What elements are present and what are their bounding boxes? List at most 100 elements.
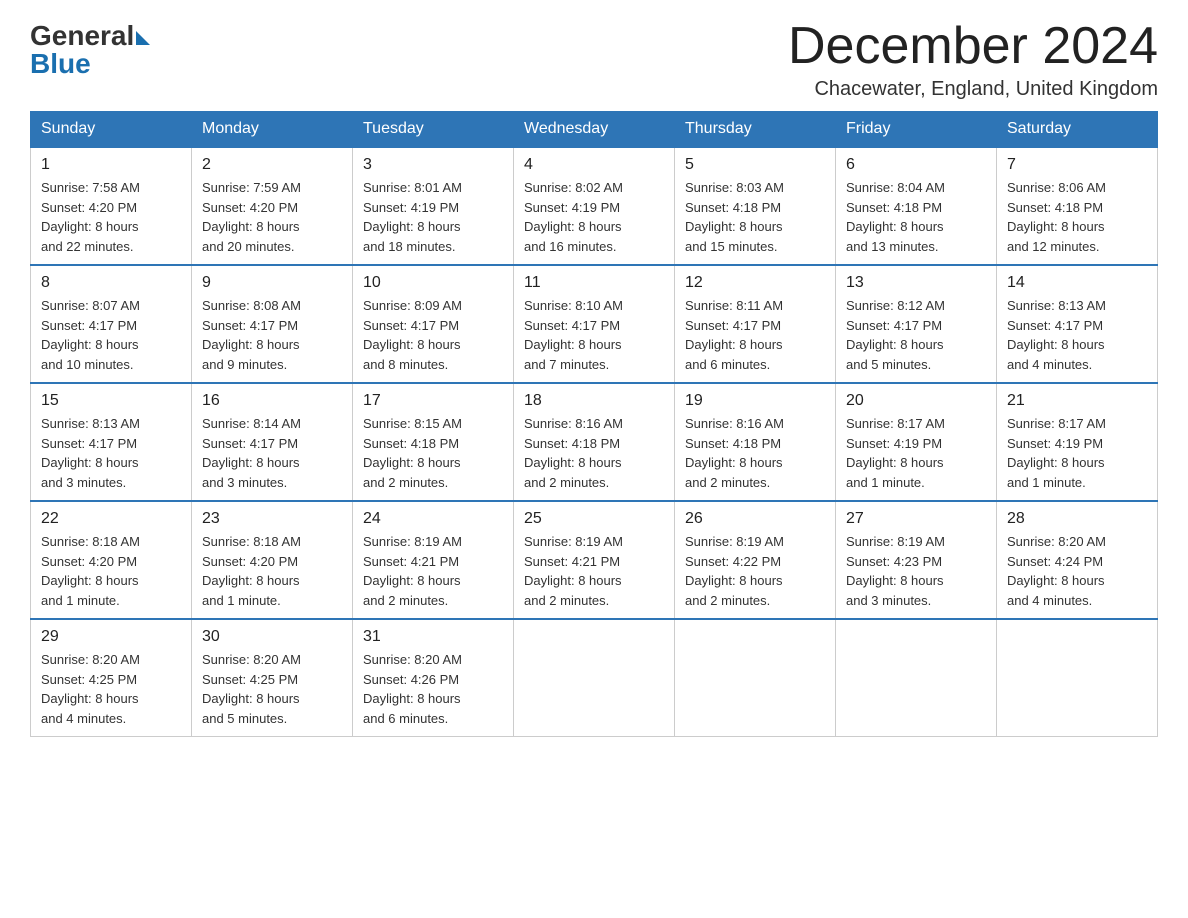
calendar-cell	[997, 619, 1158, 737]
day-number: 10	[363, 274, 503, 292]
day-info: Sunrise: 8:07 AMSunset: 4:17 PMDaylight:…	[41, 296, 181, 374]
day-info: Sunrise: 8:02 AMSunset: 4:19 PMDaylight:…	[524, 178, 664, 256]
calendar-cell: 18 Sunrise: 8:16 AMSunset: 4:18 PMDayligh…	[514, 383, 675, 501]
day-number: 29	[41, 628, 181, 646]
day-number: 9	[202, 274, 342, 292]
day-number: 5	[685, 156, 825, 174]
day-info: Sunrise: 7:58 AMSunset: 4:20 PMDaylight:…	[41, 178, 181, 256]
day-info: Sunrise: 8:19 AMSunset: 4:21 PMDaylight:…	[363, 532, 503, 610]
day-number: 4	[524, 156, 664, 174]
page-header: General Blue December 2024 Chacewater, E…	[30, 20, 1158, 101]
calendar-cell	[836, 619, 997, 737]
day-info: Sunrise: 8:10 AMSunset: 4:17 PMDaylight:…	[524, 296, 664, 374]
calendar-cell: 8 Sunrise: 8:07 AMSunset: 4:17 PMDaylight…	[31, 265, 192, 383]
day-info: Sunrise: 8:18 AMSunset: 4:20 PMDaylight:…	[202, 532, 342, 610]
calendar-cell: 5 Sunrise: 8:03 AMSunset: 4:18 PMDaylight…	[675, 147, 836, 265]
calendar-cell: 25 Sunrise: 8:19 AMSunset: 4:21 PMDayligh…	[514, 501, 675, 619]
day-info: Sunrise: 8:17 AMSunset: 4:19 PMDaylight:…	[1007, 414, 1147, 492]
day-info: Sunrise: 8:11 AMSunset: 4:17 PMDaylight:…	[685, 296, 825, 374]
calendar-week-row: 8 Sunrise: 8:07 AMSunset: 4:17 PMDaylight…	[31, 265, 1158, 383]
day-info: Sunrise: 8:17 AMSunset: 4:19 PMDaylight:…	[846, 414, 986, 492]
calendar-header-friday: Friday	[836, 112, 997, 148]
day-info: Sunrise: 8:18 AMSunset: 4:20 PMDaylight:…	[41, 532, 181, 610]
day-number: 30	[202, 628, 342, 646]
calendar-cell: 10 Sunrise: 8:09 AMSunset: 4:17 PMDayligh…	[353, 265, 514, 383]
day-info: Sunrise: 8:16 AMSunset: 4:18 PMDaylight:…	[524, 414, 664, 492]
location-text: Chacewater, England, United Kingdom	[788, 78, 1158, 101]
day-info: Sunrise: 8:08 AMSunset: 4:17 PMDaylight:…	[202, 296, 342, 374]
day-info: Sunrise: 8:12 AMSunset: 4:17 PMDaylight:…	[846, 296, 986, 374]
calendar-cell: 31Sunrise: 8:20 AMSunset: 4:26 PMDayligh…	[353, 619, 514, 737]
day-number: 21	[1007, 392, 1147, 410]
calendar-cell: 27 Sunrise: 8:19 AMSunset: 4:23 PMDayligh…	[836, 501, 997, 619]
calendar-cell: 20 Sunrise: 8:17 AMSunset: 4:19 PMDayligh…	[836, 383, 997, 501]
day-info: Sunrise: 8:20 AMSunset: 4:26 PMDaylight:…	[363, 650, 503, 728]
calendar-cell: 4 Sunrise: 8:02 AMSunset: 4:19 PMDaylight…	[514, 147, 675, 265]
day-number: 2	[202, 156, 342, 174]
day-info: Sunrise: 8:19 AMSunset: 4:21 PMDaylight:…	[524, 532, 664, 610]
calendar-cell	[675, 619, 836, 737]
title-section: December 2024 Chacewater, England, Unite…	[788, 20, 1158, 101]
calendar-cell: 19 Sunrise: 8:16 AMSunset: 4:18 PMDayligh…	[675, 383, 836, 501]
day-number: 1	[41, 156, 181, 174]
calendar-cell: 30Sunrise: 8:20 AMSunset: 4:25 PMDayligh…	[192, 619, 353, 737]
logo-blue-text: Blue	[30, 48, 91, 80]
calendar-header-wednesday: Wednesday	[514, 112, 675, 148]
calendar-cell: 12Sunrise: 8:11 AMSunset: 4:17 PMDayligh…	[675, 265, 836, 383]
calendar-cell: 24Sunrise: 8:19 AMSunset: 4:21 PMDayligh…	[353, 501, 514, 619]
day-info: Sunrise: 8:16 AMSunset: 4:18 PMDaylight:…	[685, 414, 825, 492]
calendar-header-saturday: Saturday	[997, 112, 1158, 148]
calendar-cell: 3Sunrise: 8:01 AMSunset: 4:19 PMDaylight…	[353, 147, 514, 265]
day-number: 14	[1007, 274, 1147, 292]
day-info: Sunrise: 8:20 AMSunset: 4:24 PMDaylight:…	[1007, 532, 1147, 610]
calendar-cell: 2 Sunrise: 7:59 AMSunset: 4:20 PMDaylight…	[192, 147, 353, 265]
calendar-cell: 15 Sunrise: 8:13 AMSunset: 4:17 PMDayligh…	[31, 383, 192, 501]
day-number: 20	[846, 392, 986, 410]
day-number: 18	[524, 392, 664, 410]
calendar-header-monday: Monday	[192, 112, 353, 148]
day-info: Sunrise: 8:13 AMSunset: 4:17 PMDaylight:…	[41, 414, 181, 492]
day-number: 8	[41, 274, 181, 292]
day-number: 23	[202, 510, 342, 528]
day-number: 26	[685, 510, 825, 528]
day-info: Sunrise: 8:19 AMSunset: 4:22 PMDaylight:…	[685, 532, 825, 610]
calendar-table: SundayMondayTuesdayWednesdayThursdayFrid…	[30, 111, 1158, 737]
calendar-cell: 22Sunrise: 8:18 AMSunset: 4:20 PMDayligh…	[31, 501, 192, 619]
day-info: Sunrise: 8:06 AMSunset: 4:18 PMDaylight:…	[1007, 178, 1147, 256]
calendar-header-sunday: Sunday	[31, 112, 192, 148]
month-title: December 2024	[788, 20, 1158, 72]
calendar-cell: 21 Sunrise: 8:17 AMSunset: 4:19 PMDayligh…	[997, 383, 1158, 501]
calendar-header-thursday: Thursday	[675, 112, 836, 148]
day-number: 13	[846, 274, 986, 292]
day-info: Sunrise: 7:59 AMSunset: 4:20 PMDaylight:…	[202, 178, 342, 256]
day-info: Sunrise: 8:20 AMSunset: 4:25 PMDaylight:…	[41, 650, 181, 728]
calendar-cell: 16 Sunrise: 8:14 AMSunset: 4:17 PMDayligh…	[192, 383, 353, 501]
logo: General Blue	[30, 20, 150, 80]
calendar-week-row: 22Sunrise: 8:18 AMSunset: 4:20 PMDayligh…	[31, 501, 1158, 619]
calendar-cell: 29 Sunrise: 8:20 AMSunset: 4:25 PMDayligh…	[31, 619, 192, 737]
calendar-cell: 17 Sunrise: 8:15 AMSunset: 4:18 PMDayligh…	[353, 383, 514, 501]
calendar-week-row: 15 Sunrise: 8:13 AMSunset: 4:17 PMDayligh…	[31, 383, 1158, 501]
calendar-cell: 9 Sunrise: 8:08 AMSunset: 4:17 PMDaylight…	[192, 265, 353, 383]
day-number: 27	[846, 510, 986, 528]
day-info: Sunrise: 8:15 AMSunset: 4:18 PMDaylight:…	[363, 414, 503, 492]
calendar-cell: 11Sunrise: 8:10 AMSunset: 4:17 PMDayligh…	[514, 265, 675, 383]
day-info: Sunrise: 8:04 AMSunset: 4:18 PMDaylight:…	[846, 178, 986, 256]
calendar-cell: 26 Sunrise: 8:19 AMSunset: 4:22 PMDayligh…	[675, 501, 836, 619]
calendar-header-row: SundayMondayTuesdayWednesdayThursdayFrid…	[31, 112, 1158, 148]
calendar-cell: 1 Sunrise: 7:58 AMSunset: 4:20 PMDaylight…	[31, 147, 192, 265]
day-number: 19	[685, 392, 825, 410]
day-info: Sunrise: 8:09 AMSunset: 4:17 PMDaylight:…	[363, 296, 503, 374]
day-info: Sunrise: 8:03 AMSunset: 4:18 PMDaylight:…	[685, 178, 825, 256]
day-number: 7	[1007, 156, 1147, 174]
calendar-cell: 7 Sunrise: 8:06 AMSunset: 4:18 PMDaylight…	[997, 147, 1158, 265]
day-number: 15	[41, 392, 181, 410]
day-number: 16	[202, 392, 342, 410]
day-number: 3	[363, 156, 503, 174]
day-number: 25	[524, 510, 664, 528]
day-info: Sunrise: 8:19 AMSunset: 4:23 PMDaylight:…	[846, 532, 986, 610]
day-number: 6	[846, 156, 986, 174]
day-info: Sunrise: 8:14 AMSunset: 4:17 PMDaylight:…	[202, 414, 342, 492]
day-number: 17	[363, 392, 503, 410]
calendar-cell: 6 Sunrise: 8:04 AMSunset: 4:18 PMDaylight…	[836, 147, 997, 265]
